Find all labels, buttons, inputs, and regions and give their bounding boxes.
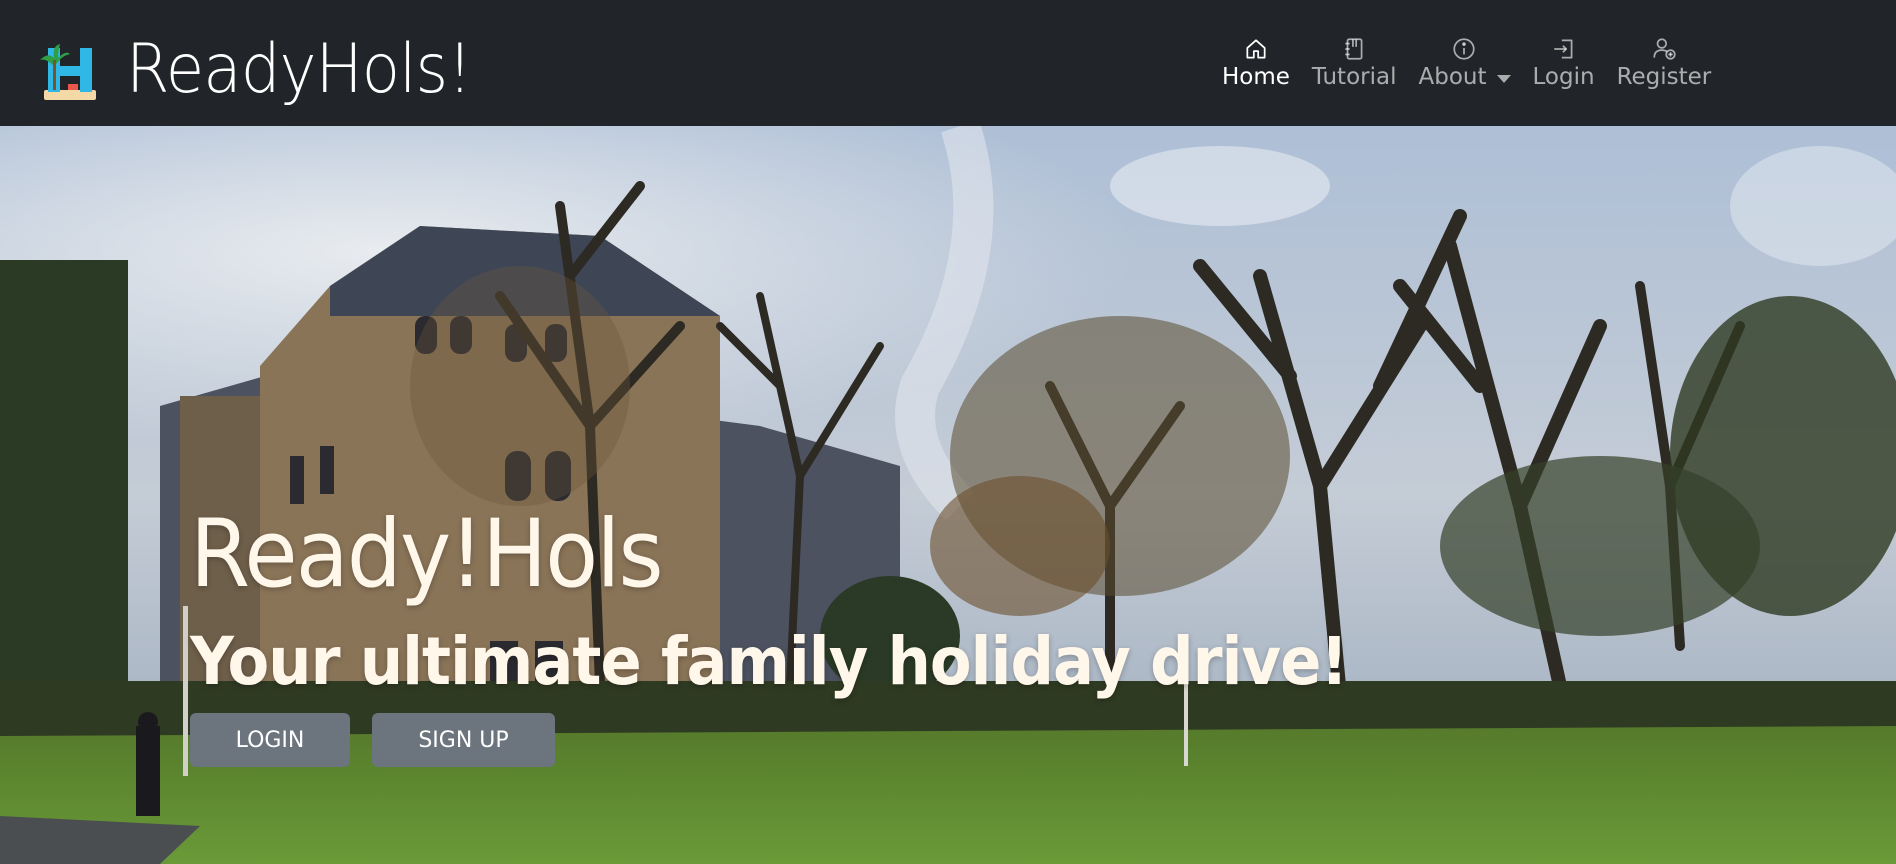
login-button[interactable]: LOGIN xyxy=(190,713,350,767)
nav-label-about: About xyxy=(1418,64,1487,90)
hero-section: Ready!Hols Your ultimate family holiday … xyxy=(0,126,1896,864)
add-user-icon xyxy=(1651,36,1677,62)
nav-item-tutorial[interactable]: Tutorial xyxy=(1311,36,1397,90)
house-icon xyxy=(1243,36,1269,62)
palm-beach-h-logo-icon xyxy=(38,38,102,102)
main-nav: Home Tutorial About Login Register xyxy=(1222,36,1733,89)
nav-label-login: Login xyxy=(1532,64,1595,90)
navbar: ReadyHols! Home Tutorial About Login Reg… xyxy=(0,0,1896,126)
brand-name: ReadyHols! xyxy=(126,30,472,109)
nav-item-login[interactable]: Login xyxy=(1533,36,1595,89)
sign-up-button[interactable]: SIGN UP xyxy=(372,713,555,767)
nav-label-tutorial: Tutorial xyxy=(1311,64,1397,90)
nav-label-home: Home xyxy=(1222,64,1290,90)
nav-item-home[interactable]: Home xyxy=(1222,36,1290,89)
nav-item-about[interactable]: About xyxy=(1418,36,1511,90)
hero-subtitle: Your ultimate family holiday drive! xyxy=(190,623,1348,700)
brand-link[interactable]: ReadyHols! xyxy=(38,36,501,104)
hero-title: Ready!Hols xyxy=(190,500,664,609)
notebook-icon xyxy=(1341,36,1367,62)
nav-label-register: Register xyxy=(1616,64,1712,90)
login-icon xyxy=(1551,36,1577,62)
caret-down-icon xyxy=(1496,74,1511,83)
info-icon xyxy=(1451,36,1477,62)
nav-item-register[interactable]: Register xyxy=(1616,36,1712,90)
